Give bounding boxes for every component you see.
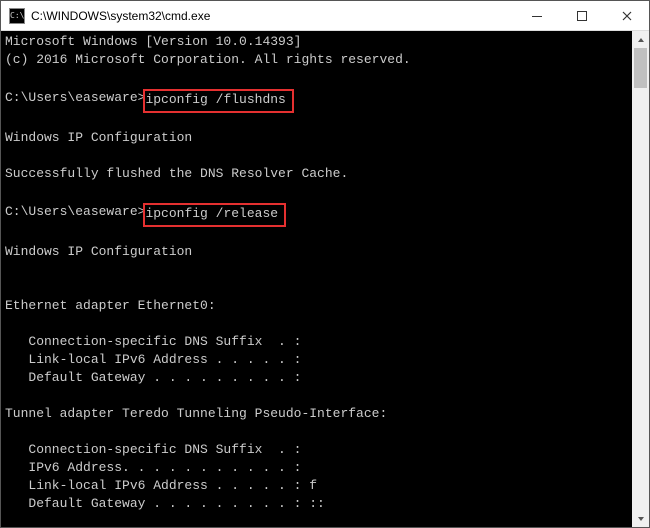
highlight-cmd-1: ipconfig /flushdns <box>143 89 293 113</box>
app-icon: C:\ <box>9 8 25 24</box>
tunnel-adapter-header: Tunnel adapter Teredo Tunneling Pseudo-I… <box>5 405 628 423</box>
scroll-up-button[interactable] <box>632 31 649 48</box>
maximize-button[interactable] <box>559 1 604 30</box>
scroll-down-button[interactable] <box>632 510 649 527</box>
prompt-line-1: C:\Users\easeware>ipconfig /flushdns <box>5 87 628 111</box>
blank-line <box>5 387 628 405</box>
scrollbar-thumb[interactable] <box>634 48 647 88</box>
highlight-cmd-2: ipconfig /release <box>143 203 286 227</box>
cmd-window: C:\ C:\WINDOWS\system32\cmd.exe Microsof… <box>0 0 650 528</box>
blank-line <box>5 69 628 87</box>
blank-line <box>5 183 628 201</box>
version-line: Microsoft Windows [Version 10.0.14393] <box>5 33 628 51</box>
titlebar[interactable]: C:\ C:\WINDOWS\system32\cmd.exe <box>1 1 649 31</box>
window-controls <box>514 1 649 30</box>
default-gw-line: Default Gateway . . . . . . . . . : <box>5 369 628 387</box>
terminal-output[interactable]: Microsoft Windows [Version 10.0.14393](c… <box>1 31 632 527</box>
scrollbar-track[interactable] <box>632 48 649 510</box>
blank-line <box>5 315 628 333</box>
prompt-text: C:\Users\easeware> <box>5 90 145 105</box>
dns-suffix-line: Connection-specific DNS Suffix . : <box>5 441 628 459</box>
content-area: Microsoft Windows [Version 10.0.14393](c… <box>1 31 649 527</box>
blank-line <box>5 513 628 527</box>
link-local-line: Link-local IPv6 Address . . . . . : <box>5 351 628 369</box>
blank-line <box>5 279 628 297</box>
cmd-2-text: ipconfig /release <box>145 206 278 221</box>
dns-suffix-line: Connection-specific DNS Suffix . : <box>5 333 628 351</box>
ipconfig-header: Windows IP Configuration <box>5 129 628 147</box>
eth-adapter-header: Ethernet adapter Ethernet0: <box>5 297 628 315</box>
vertical-scrollbar[interactable] <box>632 31 649 527</box>
blank-line <box>5 147 628 165</box>
prompt-line-2: C:\Users\easeware>ipconfig /release <box>5 201 628 225</box>
cmd-1-text: ipconfig /flushdns <box>145 92 285 107</box>
close-button[interactable] <box>604 1 649 30</box>
link-local-f-line: Link-local IPv6 Address . . . . . : f <box>5 477 628 495</box>
minimize-button[interactable] <box>514 1 559 30</box>
blank-line <box>5 423 628 441</box>
flush-success: Successfully flushed the DNS Resolver Ca… <box>5 165 628 183</box>
blank-line <box>5 261 628 279</box>
copyright-line: (c) 2016 Microsoft Corporation. All righ… <box>5 51 628 69</box>
blank-line <box>5 225 628 243</box>
blank-line <box>5 111 628 129</box>
ipv6-addr-line: IPv6 Address. . . . . . . . . . . : <box>5 459 628 477</box>
prompt-text: C:\Users\easeware> <box>5 204 145 219</box>
default-gw2-line: Default Gateway . . . . . . . . . : :: <box>5 495 628 513</box>
ipconfig-header: Windows IP Configuration <box>5 243 628 261</box>
window-title: C:\WINDOWS\system32\cmd.exe <box>31 9 514 23</box>
